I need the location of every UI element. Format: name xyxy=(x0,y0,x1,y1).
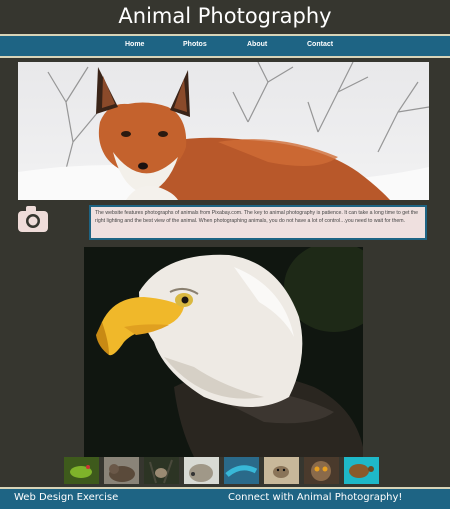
about-text: The website features photographs of anim… xyxy=(89,205,427,240)
page-title: Animal Photography xyxy=(118,4,332,28)
main-nav: Home Photos About Contact xyxy=(0,34,450,58)
site-footer: Web Design Exercise Connect with Animal … xyxy=(0,487,450,509)
nav-contact[interactable]: Contact xyxy=(307,41,333,48)
nav-photos[interactable]: Photos xyxy=(183,41,207,48)
thumbnail-hedgehog[interactable] xyxy=(184,457,219,484)
thumbnail-bear[interactable] xyxy=(104,457,139,484)
hero-fox-image xyxy=(18,62,429,200)
footer-left-text: Web Design Exercise xyxy=(14,492,119,503)
footer-right-text[interactable]: Connect with Animal Photography! xyxy=(228,492,402,503)
thumbnail-lizard[interactable] xyxy=(224,457,259,484)
thumbnail-frog[interactable] xyxy=(64,457,99,484)
thumbnail-deer[interactable] xyxy=(144,457,179,484)
thumbnail-otter[interactable] xyxy=(264,457,299,484)
thumbnail-turtle[interactable] xyxy=(344,457,379,484)
feature-eagle-image xyxy=(84,247,363,457)
thumbnail-strip xyxy=(64,457,384,484)
nav-home[interactable]: Home xyxy=(125,41,144,48)
nav-about[interactable]: About xyxy=(247,41,267,48)
camera-icon xyxy=(17,205,49,233)
thumbnail-owl[interactable] xyxy=(304,457,339,484)
